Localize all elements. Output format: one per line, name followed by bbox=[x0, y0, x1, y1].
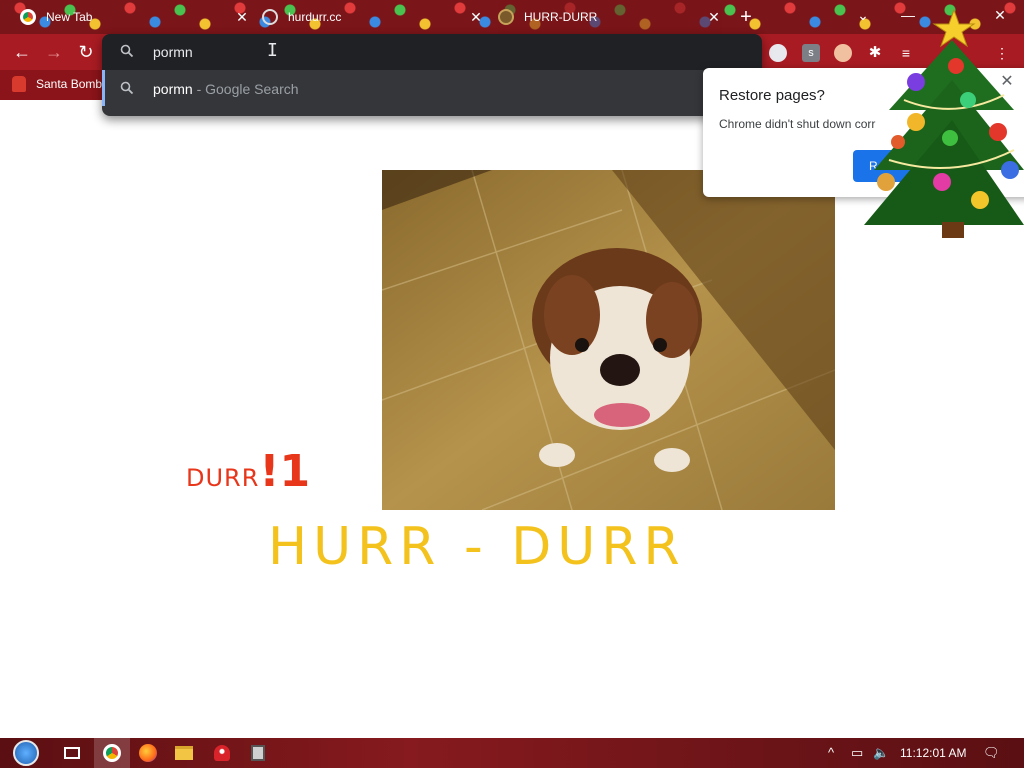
taskbar-chrome[interactable] bbox=[94, 738, 130, 768]
task-view-button[interactable] bbox=[54, 738, 90, 768]
tab-close-icon[interactable]: ✕ bbox=[234, 9, 250, 25]
omnibox-suggestion[interactable]: pormn - Google Search bbox=[102, 70, 762, 106]
hurr-durr-favicon bbox=[498, 9, 514, 25]
task-view-icon bbox=[64, 747, 80, 759]
durr-word: DURR bbox=[186, 464, 260, 492]
suggestion-query: pormn bbox=[153, 81, 193, 97]
tab-title: New Tab bbox=[46, 10, 93, 24]
new-tab-button[interactable]: + bbox=[735, 6, 757, 28]
taskbar: ^ ▭ 🔈 11:12:01 AM 🗨 bbox=[0, 738, 1024, 768]
taskbar-firefox[interactable] bbox=[130, 738, 166, 768]
extension-s-icon[interactable]: s bbox=[802, 44, 820, 62]
address-bar[interactable]: pormn I bbox=[102, 34, 762, 70]
tab-close-icon[interactable]: ✕ bbox=[706, 9, 722, 25]
chrome-icon bbox=[20, 9, 36, 25]
hurr-durr-headline: HURR - DURR bbox=[268, 517, 686, 577]
tab-close-icon[interactable]: ✕ bbox=[468, 9, 484, 25]
tab-hurr-durr[interactable]: HURR-DURR ✕ bbox=[498, 0, 722, 34]
durr-exclamation: !1 bbox=[259, 446, 311, 497]
globe-loading-icon bbox=[262, 9, 278, 25]
extension-flag-icon[interactable] bbox=[769, 44, 787, 62]
bookmark-santa-bomb[interactable]: Santa Bomb bbox=[12, 76, 102, 92]
santa-icon bbox=[12, 76, 26, 92]
text-cursor-icon: I bbox=[267, 40, 278, 61]
chrome-icon bbox=[103, 744, 121, 762]
notification-center-icon[interactable]: 🗨 bbox=[983, 745, 1000, 761]
search-icon bbox=[120, 44, 134, 61]
taskbar-file-explorer[interactable] bbox=[166, 738, 202, 768]
taskbar-clock[interactable]: 11:12:01 AM bbox=[900, 746, 967, 760]
durr-caption: DURR!1 bbox=[186, 446, 310, 497]
mushroom-app-icon bbox=[214, 745, 230, 761]
tab-new-tab[interactable]: New Tab ✕ bbox=[20, 0, 250, 34]
network-icon[interactable]: ▭ bbox=[851, 745, 863, 761]
tab-title: HURR-DURR bbox=[524, 10, 598, 24]
usb-device-icon bbox=[251, 745, 265, 761]
omnibox-dropdown: pormn I pormn - Google Search bbox=[102, 34, 762, 116]
bulldog-photo bbox=[382, 170, 835, 510]
back-button[interactable]: ← bbox=[10, 40, 34, 64]
forward-button[interactable]: → bbox=[42, 40, 66, 64]
search-icon bbox=[120, 81, 134, 98]
restore-title: Restore pages? bbox=[719, 87, 825, 104]
start-button[interactable] bbox=[6, 738, 46, 768]
taskbar-usb-device[interactable] bbox=[240, 738, 276, 768]
extension-avatar-icon[interactable] bbox=[834, 44, 852, 62]
volume-icon[interactable]: 🔈 bbox=[873, 745, 889, 761]
reload-button[interactable]: ↻ bbox=[74, 40, 98, 64]
christmas-tree-overlay bbox=[864, 8, 1024, 238]
taskbar-mushroom-app[interactable] bbox=[204, 738, 240, 768]
suggestion-suffix: - Google Search bbox=[192, 81, 299, 97]
address-bar-input[interactable]: pormn bbox=[153, 44, 193, 60]
file-explorer-icon bbox=[175, 746, 193, 760]
start-orb-icon bbox=[13, 740, 39, 766]
firefox-icon bbox=[139, 744, 157, 762]
tab-hurdurr-cc[interactable]: hurdurr.cc ✕ bbox=[262, 0, 484, 34]
bookmark-label: Santa Bomb bbox=[36, 77, 103, 91]
tray-overflow-chevron-icon[interactable]: ^ bbox=[828, 745, 834, 760]
tab-title: hurdurr.cc bbox=[288, 10, 342, 24]
suggestion-text: pormn - Google Search bbox=[153, 81, 299, 97]
